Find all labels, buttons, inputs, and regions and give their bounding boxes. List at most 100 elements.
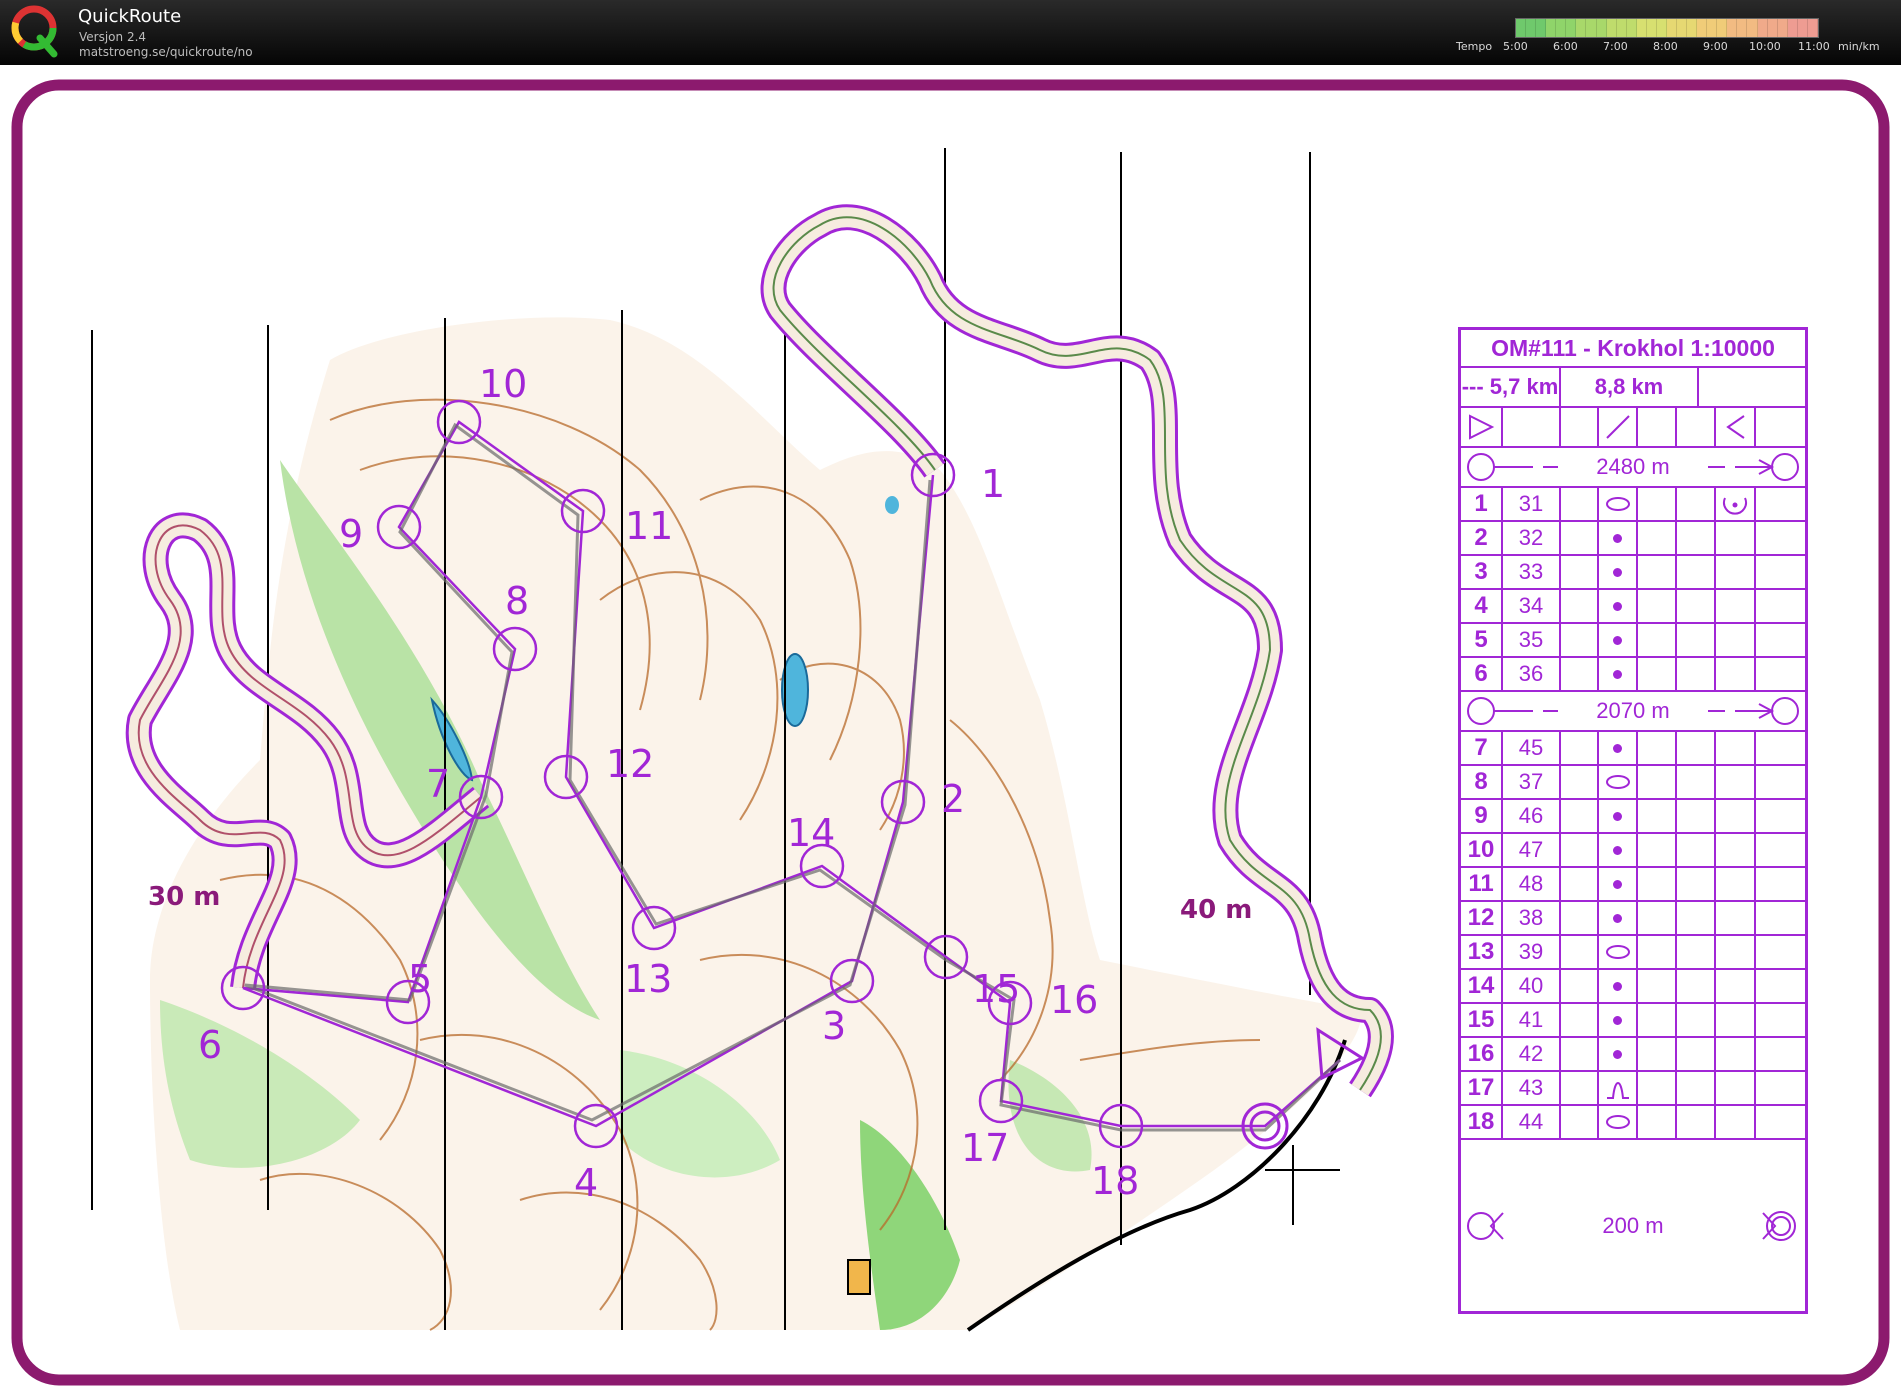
cd-cell [1599, 556, 1638, 588]
cd-cell [1716, 1072, 1756, 1104]
tempo-scale-labels: Tempo 5:00 6:00 7:00 8:00 9:00 10:00 11:… [0, 40, 1901, 56]
cd-control-row: 18 44 [1461, 1106, 1805, 1140]
cd-cell [1599, 408, 1638, 446]
cd-control-row: 10 47 [1461, 834, 1805, 868]
cd-cell [1716, 1106, 1756, 1138]
position-feature-icon [1723, 497, 1747, 515]
cd-control-number: 13 [1461, 936, 1503, 968]
tempo-segment [1526, 19, 1537, 37]
control-number-1: 1 [981, 462, 1005, 506]
control-number-3: 3 [822, 1004, 846, 1048]
cd-cell [1561, 408, 1599, 446]
cd-cell [1756, 1038, 1805, 1070]
cd-cell [1638, 902, 1677, 934]
knoll-feature-icon [1606, 1082, 1629, 1099]
tempo-tick: 8:00 [1653, 40, 1678, 53]
tempo-segment [1536, 19, 1547, 37]
cd-cell [1716, 766, 1756, 798]
cd-control-number: 2 [1461, 522, 1503, 554]
cd-cell [1561, 1072, 1599, 1104]
cd-cell [1716, 522, 1756, 554]
control-number-8: 8 [505, 579, 529, 623]
cd-cell [1716, 970, 1756, 1002]
cd-control-code: 33 [1503, 556, 1561, 588]
tempo-segment [1516, 19, 1527, 37]
cd-cell [1561, 556, 1599, 588]
cd-control-code: 35 [1503, 624, 1561, 656]
cd-cell [1638, 800, 1677, 832]
cd-cell [1599, 1038, 1638, 1070]
title-bar: QuickRoute Versjon 2.4 matstroeng.se/qui… [0, 0, 1901, 65]
tempo-segment [1576, 19, 1587, 37]
cd-cell [1561, 1038, 1599, 1070]
cd-cell [1756, 902, 1805, 934]
cd-cell [1561, 488, 1599, 520]
tempo-tick: 5:00 [1503, 40, 1528, 53]
cd-cell [1599, 800, 1638, 832]
cd-control-number: 1 [1461, 488, 1503, 520]
cd-cell [1716, 408, 1756, 446]
dot-feature-icon [1613, 743, 1622, 753]
tempo-segment [1757, 19, 1768, 37]
cd-cell [1561, 1106, 1599, 1138]
tempo-tick: 11:00 [1798, 40, 1830, 53]
cd-cell [1716, 732, 1756, 764]
cd-cell [1677, 1106, 1716, 1138]
cd-control-code: 36 [1503, 658, 1561, 690]
control-number-5: 5 [408, 957, 432, 1001]
cd-cell [1716, 556, 1756, 588]
cd-control-row: 16 42 [1461, 1038, 1805, 1072]
cd-cell [1756, 556, 1805, 588]
cd-cell [1716, 658, 1756, 690]
tempo-segment [1586, 19, 1597, 37]
cd-cell [1756, 1072, 1805, 1104]
cd-taped-route: 2480 m [1461, 448, 1805, 486]
start-symbol-icon [1469, 414, 1495, 440]
cd-control-row: 14 40 [1461, 970, 1805, 1004]
depression-feature-icon [1605, 945, 1630, 959]
cd-cell [1461, 408, 1503, 446]
cd-control-row: 9 46 [1461, 800, 1805, 834]
cd-cell [1677, 1004, 1716, 1036]
cd-control-row: 13 39 [1461, 936, 1805, 970]
parking-icon [847, 1259, 871, 1295]
cd-control-number: 9 [1461, 800, 1503, 832]
cd-finish-row: 200 m [1461, 1140, 1805, 1311]
cd-cell [1561, 936, 1599, 968]
cd-cell [1756, 658, 1805, 690]
tempo-segment [1606, 19, 1617, 37]
map-viewport[interactable]: 1 2 3 4 5 6 7 8 9 10 11 12 13 14 15 16 17 18 30 m 40 m OM… [0, 65, 1901, 1396]
cd-control-number: 5 [1461, 624, 1503, 656]
cd-control-code: 46 [1503, 800, 1561, 832]
map-cross-icon [1265, 1145, 1340, 1225]
cd-cell [1561, 732, 1599, 764]
cd-cell [1756, 1004, 1805, 1036]
cd-cell [1638, 868, 1677, 900]
cd-control-row: 5 35 [1461, 624, 1805, 658]
cd-cell [1638, 624, 1677, 656]
finish-length: 200 m [1602, 1212, 1664, 1238]
cd-cell [1677, 800, 1716, 832]
cd-cell [1756, 1106, 1805, 1138]
cd-cell [1756, 732, 1805, 764]
dot-feature-icon [1613, 845, 1622, 855]
tempo-segment [1666, 19, 1677, 37]
dot-feature-icon [1613, 567, 1622, 577]
cd-cell [1756, 936, 1805, 968]
control-number-18: 18 [1091, 1159, 1139, 1203]
cd-cell [1677, 590, 1716, 622]
taped-route-length: 2480 m [1596, 454, 1670, 479]
cd-cell [1716, 624, 1756, 656]
cd-cell [1756, 408, 1805, 446]
cd-cell [1599, 1004, 1638, 1036]
cd-control-row: 4 34 [1461, 590, 1805, 624]
cd-taped-route-row: 2070 m [1461, 692, 1805, 732]
cd-control-code: 42 [1503, 1038, 1561, 1070]
cd-cell [1716, 936, 1756, 968]
tempo-segment [1717, 19, 1728, 37]
cd-cell [1561, 522, 1599, 554]
cd-control-row: 17 43 [1461, 1072, 1805, 1106]
tempo-segment [1777, 19, 1788, 37]
tempo-label: Tempo [1456, 40, 1493, 53]
tempo-segment [1807, 19, 1818, 37]
